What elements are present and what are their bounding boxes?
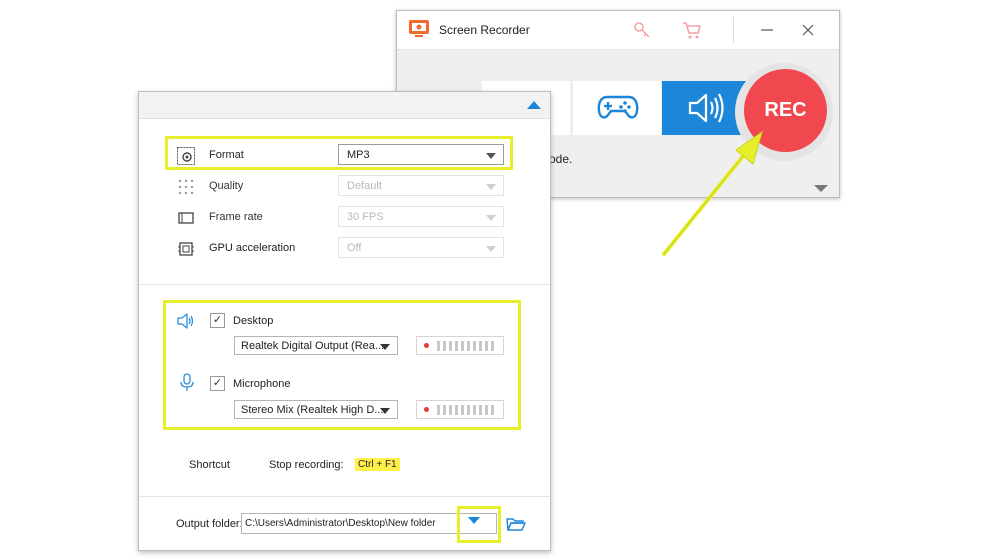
stop-recording-label: Stop recording: (269, 459, 344, 471)
desktop-device-value: Realtek Digital Output (Rea... (241, 340, 385, 352)
microphone-label: Microphone (233, 378, 291, 390)
gpu-label: GPU acceleration (209, 242, 296, 254)
chip-icon (178, 242, 194, 256)
microphone-device-dropdown[interactable]: Stereo Mix (Realtek High D... (234, 400, 398, 419)
microphone-device-value: Stereo Mix (Realtek High D... (241, 404, 384, 416)
gpu-dropdown[interactable]: Off (338, 237, 504, 258)
quality-label: Quality (209, 180, 244, 192)
quality-row: Quality Default (139, 175, 550, 199)
mode-description: ode. (549, 152, 573, 166)
frame-rate-row: Frame rate 30 FPS (139, 206, 550, 230)
chevron-down-icon (380, 344, 390, 350)
divider (139, 284, 550, 285)
output-folder-path: C:\Users\Administrator\Desktop\New folde… (245, 518, 436, 529)
gamepad-icon (597, 95, 639, 119)
frame-rate-label: Frame rate (209, 211, 263, 223)
window-title: Screen Recorder (439, 23, 530, 37)
chevron-down-icon (486, 246, 496, 252)
quality-icon (178, 179, 194, 195)
microphone-level-meter (416, 400, 504, 419)
collapse-icon[interactable] (814, 185, 828, 192)
gpu-row: GPU acceleration Off (139, 237, 550, 261)
desktop-checkbox[interactable]: ✓ (210, 313, 225, 328)
chevron-down-icon (380, 408, 390, 414)
microphone-icon (180, 373, 194, 391)
pointer-arrow (662, 130, 763, 256)
desktop-speaker-icon (177, 313, 194, 329)
format-row: Format MP3 (139, 144, 550, 168)
format-value: MP3 (347, 149, 370, 161)
gpu-value: Off (347, 242, 362, 254)
output-folder-input[interactable]: C:\Users\Administrator\Desktop\New folde… (241, 513, 497, 534)
level-bars (437, 405, 495, 415)
format-label: Format (209, 149, 244, 161)
title-bar: Screen Recorder (397, 11, 839, 50)
shortcut-label: Shortcut (189, 459, 230, 471)
app-icon (409, 20, 429, 37)
frame-rate-dropdown[interactable]: 30 FPS (338, 206, 504, 227)
output-folder-label: Output folder: (176, 518, 243, 530)
output-folder-dropdown-icon[interactable] (468, 517, 480, 524)
settings-header (139, 92, 550, 119)
game-mode-button[interactable] (573, 81, 661, 135)
settings-panel: Format MP3 Quality Default Frame rate 30 (138, 91, 551, 551)
gear-icon (177, 147, 195, 165)
level-dot (424, 407, 429, 412)
stop-recording-shortcut[interactable]: Ctrl + F1 (355, 458, 400, 471)
quality-value: Default (347, 180, 382, 192)
quality-dropdown[interactable]: Default (338, 175, 504, 196)
title-separator (733, 17, 734, 43)
close-icon[interactable] (796, 18, 820, 42)
open-folder-icon[interactable] (506, 516, 526, 532)
desktop-label: Desktop (233, 315, 274, 327)
collapse-up-icon[interactable] (527, 101, 541, 109)
frame-rate-value: 30 FPS (347, 211, 384, 223)
chevron-down-icon (486, 215, 496, 221)
desktop-device-dropdown[interactable]: Realtek Digital Output (Rea... (234, 336, 398, 355)
film-icon (178, 212, 194, 224)
chevron-down-icon (486, 153, 496, 159)
key-icon[interactable] (630, 18, 654, 42)
chevron-down-icon (486, 184, 496, 190)
minimize-icon[interactable] (755, 18, 779, 42)
format-dropdown[interactable]: MP3 (338, 144, 504, 165)
level-bars (437, 341, 495, 351)
cart-icon[interactable] (680, 18, 704, 42)
desktop-level-meter (416, 336, 504, 355)
level-dot (424, 343, 429, 348)
microphone-checkbox[interactable]: ✓ (210, 376, 225, 391)
divider (139, 496, 550, 497)
